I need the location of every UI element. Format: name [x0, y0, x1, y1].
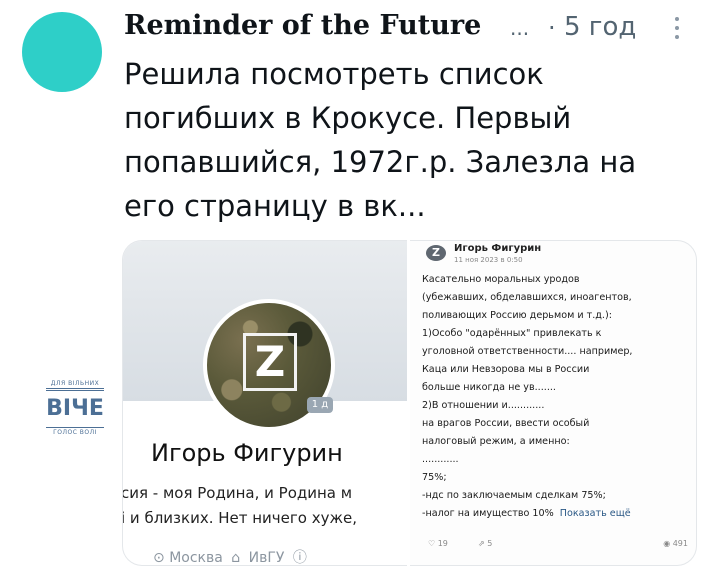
- post-line: уголовной ответственности.... например,: [422, 346, 633, 357]
- post-line: больше никогда не ув.......: [422, 382, 556, 393]
- author-name[interactable]: Reminder of the Future: [124, 10, 481, 41]
- post-date: 11 ноя 2023 в 0:50: [454, 256, 523, 264]
- post-line: Касательно моральных уродов: [422, 274, 580, 285]
- tweet-text-line: попавшийся, 1972г.р. Залезла на: [124, 145, 637, 179]
- post-author-avatar-icon: Z: [426, 245, 446, 261]
- tweet-text-line: Решила посмотреть список: [124, 57, 544, 91]
- author-truncation: ...: [510, 16, 530, 40]
- z-symbol-icon: Z: [243, 333, 297, 391]
- location-pin-icon: ⊙: [153, 550, 165, 566]
- media-image-profile[interactable]: Z 1 д Игорь Фигурин сия - моя Родина, и …: [122, 240, 407, 566]
- post-line: поливающих Россию дерьмом и т.д.):: [422, 310, 612, 321]
- heart-icon: ♡: [428, 539, 438, 548]
- post-line: 2)В отношении и............: [422, 400, 545, 411]
- views-count: ◉ 491: [663, 539, 688, 548]
- post-line: -ндс по заключаемым сделкам 75%;: [422, 490, 606, 501]
- profile-bio: сия - моя Родина, и Родина м і и близких…: [122, 481, 357, 531]
- profile-meta: ⊙ Москва ⌂ ИвГУ ⓘ: [153, 547, 311, 566]
- watermark-main: ВІЧЕ: [46, 390, 104, 428]
- watermark-top: ДЛЯ ВІЛЬНИХ: [46, 380, 104, 389]
- post-line: налоговый режим, а именно:: [422, 436, 570, 447]
- post-author: Игорь Фигурин: [454, 243, 542, 254]
- post-line: Каца или Невзорова мы в России: [422, 364, 590, 375]
- reposts-count: ⇗ 5: [478, 539, 492, 548]
- profile-name: Игорь Фигурин: [151, 439, 343, 467]
- media-image-post[interactable]: Z Игорь Фигурин 11 ноя 2023 в 0:50 Касат…: [410, 240, 697, 566]
- profile-city: Москва: [169, 550, 223, 566]
- bio-line: сия - моя Родина, и Родина м: [122, 484, 353, 502]
- eye-icon: ◉: [663, 539, 673, 548]
- post-line-last: -налог на имущество 10% Показать ещё: [422, 505, 694, 523]
- tweet-time[interactable]: 5 год: [564, 12, 636, 42]
- share-icon: ⇗: [478, 539, 488, 548]
- watermark-logo: ДЛЯ ВІЛЬНИХ ВІЧЕ ГОЛОС ВОЛІ: [46, 380, 104, 440]
- reposts-value: 5: [487, 539, 493, 548]
- post-line: на врагов России, ввести особый: [422, 418, 590, 429]
- tweet-text-line: погибших в Крокусе. Первый: [124, 101, 572, 135]
- post-line: -налог на имущество 10%: [422, 508, 554, 519]
- show-more-link[interactable]: Показать ещё: [560, 508, 631, 519]
- watermark-bottom: ГОЛОС ВОЛІ: [53, 429, 97, 436]
- post-line: 1)Особо "одарённых" привлекать к: [422, 328, 602, 339]
- info-icon: ⓘ: [292, 550, 307, 566]
- online-badge: 1 д: [307, 397, 333, 413]
- tweet-text: Решила посмотреть список погибших в Крок…: [124, 52, 684, 228]
- likes-value: 19: [437, 539, 448, 548]
- post-line: 75%;: [422, 472, 447, 483]
- bio-line: і и близких. Нет ничего хуже,: [122, 509, 357, 527]
- post-line: ............: [422, 454, 459, 465]
- profile-university: ИвГУ: [248, 550, 285, 566]
- post-line: (убежавших, обделавшихся, иноагентов,: [422, 292, 632, 303]
- likes-count: ♡ 19: [428, 539, 448, 548]
- tweet-header: Reminder of the Future ... · 5 год: [124, 8, 694, 44]
- graduation-cap-icon: ⌂: [231, 550, 241, 566]
- more-options-icon[interactable]: [670, 12, 684, 42]
- tweet-text-line: его страницу в вк...: [124, 189, 426, 223]
- post-footer: ♡ 19 ⇗ 5 ◉ 491: [428, 539, 688, 555]
- post-body: Касательно моральных уродов (убежавших, …: [422, 271, 694, 523]
- views-value: 491: [672, 539, 688, 548]
- separator-dot: ·: [548, 14, 556, 42]
- author-avatar[interactable]: [22, 12, 102, 92]
